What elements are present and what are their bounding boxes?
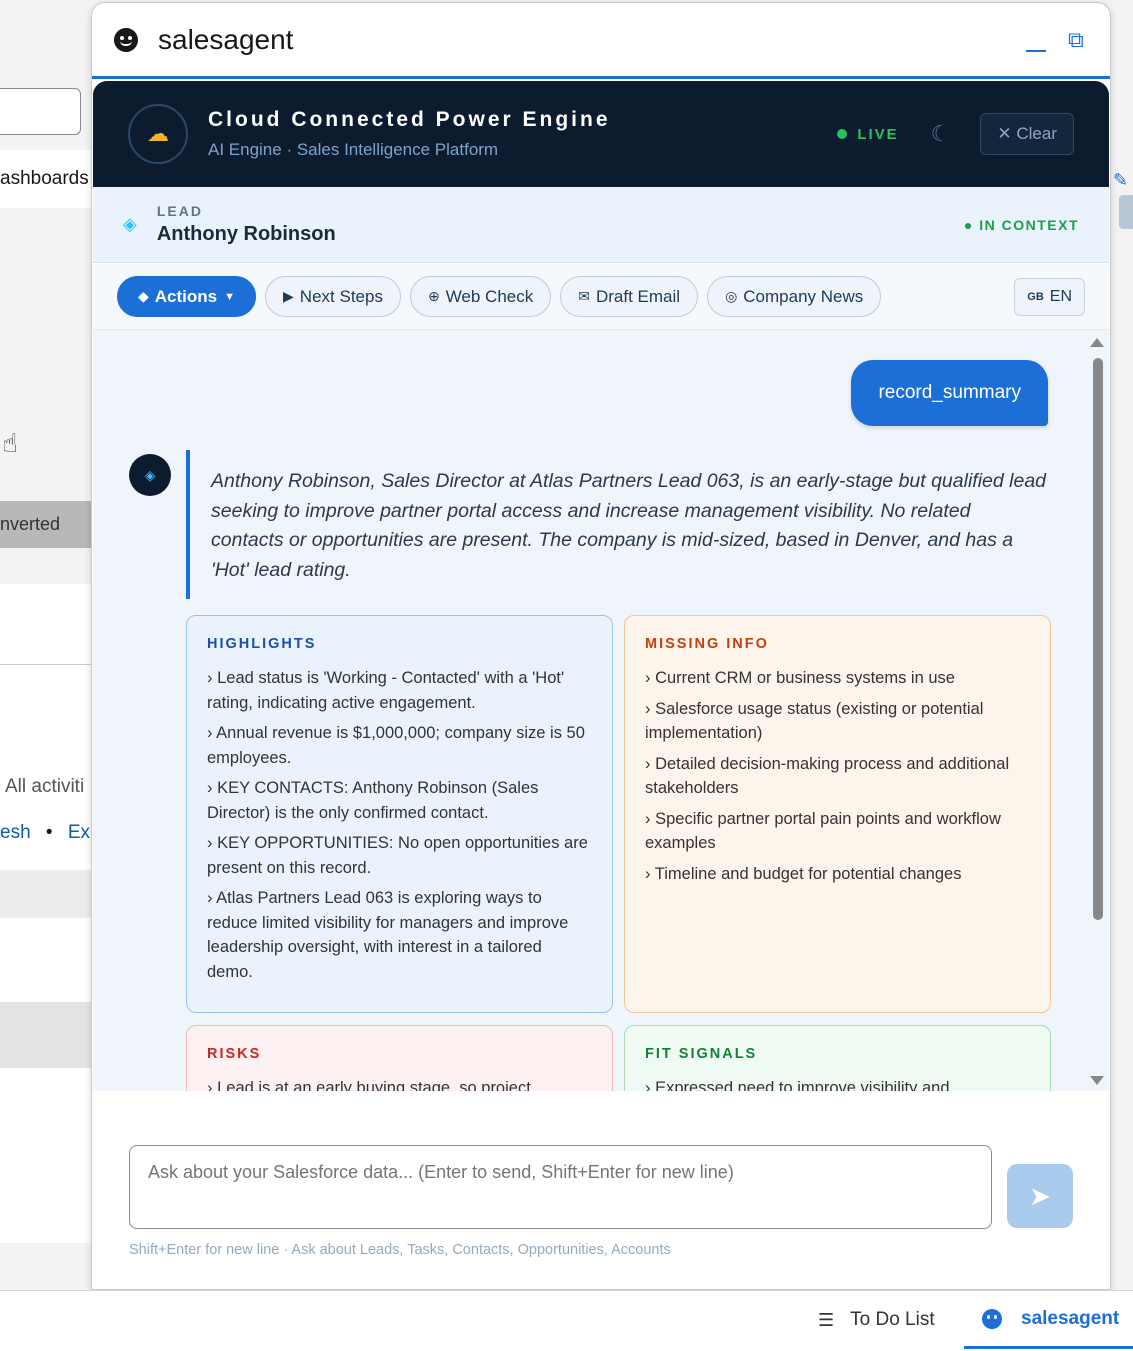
salesagent-tab[interactable]: salesagent bbox=[964, 1291, 1133, 1349]
background-row bbox=[0, 1002, 95, 1068]
background-row bbox=[0, 870, 95, 918]
panel-title: salesagent bbox=[158, 23, 294, 55]
record-type-label: LEAD bbox=[156, 203, 203, 219]
caret-down-icon: ▼ bbox=[224, 290, 236, 303]
risks-card: RISKS Lead is at an early buying stage, … bbox=[186, 1025, 613, 1091]
salesagent-panel: salesagent ⧉ ☁ Cloud Connected Power Eng… bbox=[91, 2, 1111, 1290]
scroll-thumb[interactable] bbox=[1093, 358, 1103, 920]
missing-info-title: MISSING INFO bbox=[645, 636, 769, 652]
list-item: Salesforce usage status (existing or pot… bbox=[645, 697, 1030, 746]
background-all-activities[interactable]: All activiti bbox=[5, 776, 84, 798]
list-item: Current CRM or business systems in use bbox=[645, 666, 1030, 691]
list-item: Lead is at an early buying stage, so pro… bbox=[207, 1076, 592, 1091]
cloud-icon: ☁ bbox=[128, 104, 188, 164]
next-steps-button[interactable]: ▶ Next Steps bbox=[265, 276, 401, 317]
bot-avatar-icon: ◈ bbox=[129, 454, 171, 496]
in-context-badge: ● IN CONTEXT bbox=[963, 216, 1079, 233]
risks-title: RISKS bbox=[207, 1046, 262, 1062]
close-icon: ✕ bbox=[997, 124, 1017, 143]
flag-icon: GB bbox=[1027, 290, 1044, 303]
highlights-card: HIGHLIGHTS Lead status is 'Working - Con… bbox=[186, 615, 613, 1013]
web-check-label: Web Check bbox=[445, 286, 534, 306]
clear-button-label: Clear bbox=[1016, 124, 1057, 143]
scroll-up-arrow-icon[interactable] bbox=[1090, 338, 1104, 347]
engine-header: ☁ Cloud Connected Power Engine AI Engine… bbox=[93, 81, 1109, 187]
send-icon: ➤ bbox=[1029, 1180, 1051, 1211]
diamond-icon: ◆ bbox=[138, 288, 149, 304]
lead-name: Anthony Robinson bbox=[156, 223, 336, 245]
background-search-box[interactable] bbox=[0, 88, 81, 135]
background-links: esh • Exp bbox=[0, 822, 101, 844]
live-status-badge: LIVE bbox=[837, 126, 898, 143]
draft-email-button[interactable]: ✉ Draft Email bbox=[560, 276, 699, 317]
side-tab[interactable] bbox=[1119, 195, 1133, 229]
chat-messages[interactable]: record_summary ◈ Anthony Robinson, Sales… bbox=[93, 330, 1109, 1091]
engine-title: Cloud Connected Power Engine bbox=[208, 108, 611, 131]
actions-toolbar: ◆ Actions ▼ ▶ Next Steps ⊕ Web Check ✉ Draf… bbox=[93, 264, 1109, 330]
web-check-button[interactable]: ⊕ Web Check bbox=[409, 276, 552, 317]
missing-info-card: MISSING INFO Current CRM or business sys… bbox=[624, 615, 1051, 1013]
summary-text: Anthony Robinson, Sales Director at Atla… bbox=[186, 450, 1048, 599]
fit-signals-title: FIT SIGNALS bbox=[645, 1046, 758, 1062]
background-row bbox=[0, 918, 95, 1002]
language-selector[interactable]: GB EN bbox=[1014, 277, 1085, 316]
chat-input-area: ➤ Shift+Enter for new line · Ask about L… bbox=[93, 1091, 1109, 1289]
diamond-icon: ◈ bbox=[123, 214, 137, 234]
utility-bar: ☰ To Do List salesagent bbox=[0, 1290, 1133, 1351]
chat-scrollbar[interactable] bbox=[1087, 330, 1109, 1091]
background-row bbox=[0, 1068, 95, 1243]
scroll-down-arrow-icon[interactable] bbox=[1090, 1076, 1104, 1085]
lead-context-bar: ◈ LEAD Anthony Robinson ● IN CONTEXT bbox=[93, 187, 1109, 263]
next-steps-label: Next Steps bbox=[299, 286, 383, 306]
panel-header: salesagent ⧉ bbox=[92, 3, 1110, 79]
draft-email-label: Draft Email bbox=[595, 286, 681, 306]
user-message-bubble: record_summary bbox=[851, 360, 1048, 426]
salesagent-tab-label: salesagent bbox=[1021, 1307, 1120, 1329]
language-label: EN bbox=[1049, 287, 1072, 305]
mail-icon: ✉ bbox=[578, 288, 590, 304]
fit-signals-card: FIT SIGNALS Expressed need to improve vi… bbox=[624, 1025, 1051, 1091]
todo-list-tab[interactable]: ☰ To Do List bbox=[818, 1309, 935, 1331]
background-row bbox=[0, 584, 95, 664]
chat-input[interactable] bbox=[129, 1145, 992, 1229]
news-icon: ◎ bbox=[725, 288, 738, 304]
hand-cursor-icon: ☝ bbox=[2, 428, 18, 458]
list-item: Expressed need to improve visibility and bbox=[645, 1076, 1030, 1091]
smiley-icon bbox=[982, 1308, 1002, 1329]
list-item: Timeline and budget for potential change… bbox=[645, 862, 1030, 887]
moon-icon[interactable]: ☾ bbox=[931, 121, 951, 147]
list-item: Specific partner portal pain points and … bbox=[645, 807, 1030, 856]
highlights-title: HIGHLIGHTS bbox=[207, 636, 317, 652]
play-icon: ▶ bbox=[283, 288, 294, 304]
engine-subtitle: AI Engine · Sales Intelligence Platform bbox=[208, 140, 499, 159]
minimize-icon[interactable] bbox=[1026, 49, 1046, 52]
company-news-label: Company News bbox=[743, 286, 864, 306]
list-item: Atlas Partners Lead 063 is exploring way… bbox=[207, 886, 592, 984]
link-separator: • bbox=[45, 822, 53, 843]
list-item: Annual revenue is $1,000,000; company si… bbox=[207, 721, 592, 770]
background-divider bbox=[0, 568, 95, 584]
background-refresh-link[interactable]: esh bbox=[0, 822, 31, 843]
actions-dropdown-button[interactable]: ◆ Actions ▼ bbox=[117, 276, 257, 317]
company-news-button[interactable]: ◎ Company News bbox=[707, 276, 882, 317]
smiley-icon bbox=[114, 27, 138, 52]
list-item: KEY OPPORTUNITIES: No open opportunities… bbox=[207, 831, 592, 880]
background-dashboards-tab[interactable]: ashboards bbox=[0, 168, 89, 190]
pencil-icon[interactable]: ✎ bbox=[1113, 170, 1128, 191]
globe-icon: ⊕ bbox=[427, 288, 440, 304]
todo-list-label: To Do List bbox=[850, 1309, 935, 1330]
list-item: KEY CONTACTS: Anthony Robinson (Sales Di… bbox=[207, 776, 592, 825]
clear-button[interactable]: ✕ Clear bbox=[980, 113, 1074, 155]
list-item: Lead status is 'Working - Contacted' wit… bbox=[207, 666, 592, 715]
actions-label: Actions bbox=[154, 286, 218, 306]
background-converted-status[interactable]: nverted bbox=[0, 501, 95, 548]
input-hint: Shift+Enter for new line · Ask about Lea… bbox=[129, 1242, 671, 1258]
popout-icon[interactable]: ⧉ bbox=[1068, 28, 1088, 50]
checklist-icon: ☰ bbox=[818, 1309, 835, 1330]
list-item: Detailed decision-making process and add… bbox=[645, 752, 1030, 801]
send-button[interactable]: ➤ bbox=[1007, 1164, 1073, 1228]
